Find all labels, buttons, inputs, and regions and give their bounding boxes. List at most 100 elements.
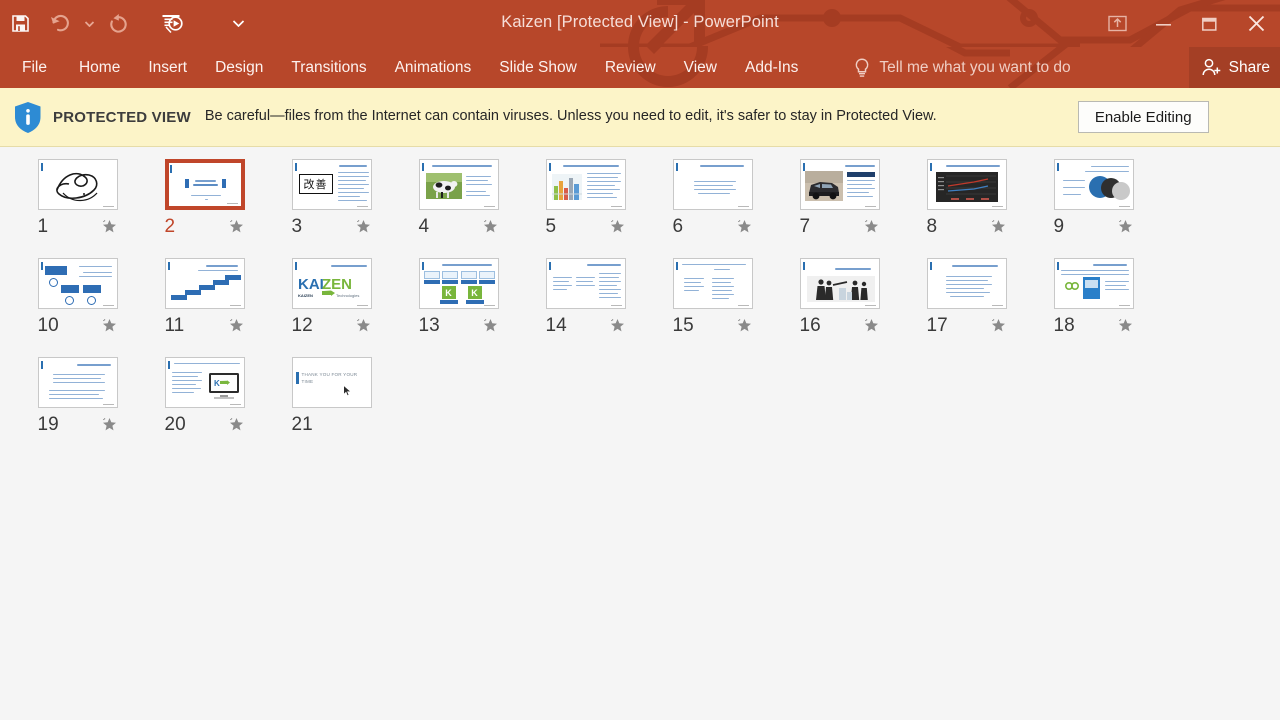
slide-thumbnail-20[interactable]: K 20: [141, 357, 268, 434]
slide-thumbnail-14[interactable]: 14: [522, 258, 649, 335]
tab-review[interactable]: Review: [591, 47, 670, 88]
slide-thumbnail-9[interactable]: 9: [1030, 159, 1157, 236]
enable-editing-button[interactable]: Enable Editing: [1077, 101, 1209, 133]
star-icon[interactable]: [101, 416, 118, 433]
slide-thumbnail-13[interactable]: K K 13: [395, 258, 522, 335]
infinity-icon: [1064, 282, 1079, 290]
slide-number: 9: [1053, 216, 1065, 237]
star-icon[interactable]: [1117, 317, 1134, 334]
slide-thumbnail-7[interactable]: 7: [776, 159, 903, 236]
restore-button[interactable]: [1186, 4, 1232, 44]
slide-number: 7: [799, 216, 811, 237]
tab-file[interactable]: File: [0, 47, 65, 88]
star-icon[interactable]: [101, 218, 118, 235]
slide-thumbnail-4[interactable]: 4: [395, 159, 522, 236]
tab-home[interactable]: Home: [65, 47, 134, 88]
tab-design[interactable]: Design: [201, 47, 277, 88]
slide-number: 11: [164, 315, 185, 336]
calligraphy-art: [55, 173, 98, 202]
close-button[interactable]: [1232, 4, 1280, 44]
slide-thumbnail-2[interactable]: 2: [141, 159, 268, 236]
minimize-button[interactable]: [1140, 4, 1186, 44]
svg-text:KAIZEN: KAIZEN: [298, 293, 313, 298]
slide-number: 10: [37, 315, 59, 336]
slide-preview: [1054, 160, 1133, 209]
star-icon[interactable]: [736, 218, 753, 235]
slide-preview: [165, 259, 244, 308]
star-icon[interactable]: [228, 218, 245, 235]
slide-preview: KAI ZEN KAIZEN Technologies: [292, 259, 371, 308]
slide-preview: [927, 259, 1006, 308]
svg-text:ZEN: ZEN: [322, 276, 352, 293]
window-controls: [1094, 0, 1280, 47]
slide-thumbnail-8[interactable]: 8: [903, 159, 1030, 236]
slide-number: 13: [418, 315, 440, 336]
slide-thumbnail-11[interactable]: 11: [141, 258, 268, 335]
share-person-icon: [1202, 58, 1220, 76]
slide-preview: [546, 259, 625, 308]
share-button[interactable]: Share: [1188, 47, 1280, 88]
slide-preview: [38, 358, 117, 407]
ribbon-display-options-button[interactable]: [1094, 4, 1140, 44]
tab-add-ins[interactable]: Add-Ins: [731, 47, 812, 88]
mouse-cursor-icon: [342, 385, 351, 396]
ribbon-tab-bar: File Home Insert Design Transitions Anim…: [0, 47, 1280, 88]
star-icon[interactable]: [990, 218, 1007, 235]
slide-thumbnail-12[interactable]: KAI ZEN KAIZEN Technologies 12: [268, 258, 395, 335]
slide-number: 21: [291, 414, 313, 435]
slide-number: 16: [799, 315, 821, 336]
slide-number: 2: [164, 216, 176, 237]
slide-number: 17: [926, 315, 948, 336]
star-icon[interactable]: [1117, 218, 1134, 235]
star-icon[interactable]: [609, 218, 626, 235]
slide-thumbnail-10[interactable]: 10: [14, 258, 141, 335]
share-label: Share: [1228, 58, 1270, 76]
star-icon[interactable]: [101, 317, 118, 334]
slide-sorter-pane[interactable]: 1 2 改善 3 4 5 6 7 8 9 10 11 KAI ZEN KAIZE…: [0, 147, 1280, 707]
slide-preview: THANK YOU FOR YOUR TIME: [292, 358, 371, 407]
slide-thumbnail-16[interactable]: 16: [776, 258, 903, 335]
restore-icon: [1201, 17, 1217, 31]
star-icon[interactable]: [355, 317, 372, 334]
star-icon[interactable]: [990, 317, 1007, 334]
star-icon[interactable]: [228, 317, 245, 334]
slide-21-text: THANK YOU FOR YOUR TIME: [301, 372, 358, 384]
tab-view[interactable]: View: [670, 47, 731, 88]
slide-preview: [38, 259, 117, 308]
star-icon[interactable]: [863, 218, 880, 235]
svg-text:KAI: KAI: [298, 276, 324, 293]
tab-insert[interactable]: Insert: [134, 47, 201, 88]
star-icon[interactable]: [482, 218, 499, 235]
monitor-image: K: [208, 373, 239, 399]
tab-animations[interactable]: Animations: [381, 47, 486, 88]
slide-grid: 1 2 改善 3 4 5 6 7 8 9 10 11 KAI ZEN KAIZE…: [0, 159, 1280, 456]
slide-thumbnail-3[interactable]: 改善 3: [268, 159, 395, 236]
tab-transitions[interactable]: Transitions: [277, 47, 380, 88]
slide-thumbnail-5[interactable]: 5: [522, 159, 649, 236]
tell-me-search[interactable]: Tell me what you want to do: [854, 57, 1071, 78]
slide-thumbnail-18[interactable]: 18: [1030, 258, 1157, 335]
protected-view-message: Be careful—files from the Internet can c…: [204, 108, 937, 125]
star-icon[interactable]: [355, 218, 372, 235]
star-icon[interactable]: [609, 317, 626, 334]
star-icon[interactable]: [482, 317, 499, 334]
slide-number: 3: [291, 216, 303, 237]
slide-thumbnail-19[interactable]: 19: [14, 357, 141, 434]
slide-thumbnail-1[interactable]: 1: [14, 159, 141, 236]
minimize-icon: [1155, 23, 1171, 26]
slide-preview: 改善: [292, 160, 371, 209]
business-people-photo: [806, 276, 875, 302]
slide-thumbnail-15[interactable]: 15: [649, 258, 776, 335]
info-shield-icon: [15, 101, 41, 133]
slide-preview: [38, 160, 117, 209]
star-icon[interactable]: [736, 317, 753, 334]
slide-thumbnail-6[interactable]: 6: [649, 159, 776, 236]
star-icon[interactable]: [228, 416, 245, 433]
slide-thumbnail-17[interactable]: 17: [903, 258, 1030, 335]
star-icon[interactable]: [863, 317, 880, 334]
slide-preview: [1054, 259, 1133, 308]
slide-thumbnail-21[interactable]: THANK YOU FOR YOUR TIME 21: [268, 357, 395, 434]
dark-chart-image: [935, 172, 998, 202]
tab-slide-show[interactable]: Slide Show: [485, 47, 591, 88]
window-title: Kaizen [Protected View] - PowerPoint: [501, 13, 779, 31]
